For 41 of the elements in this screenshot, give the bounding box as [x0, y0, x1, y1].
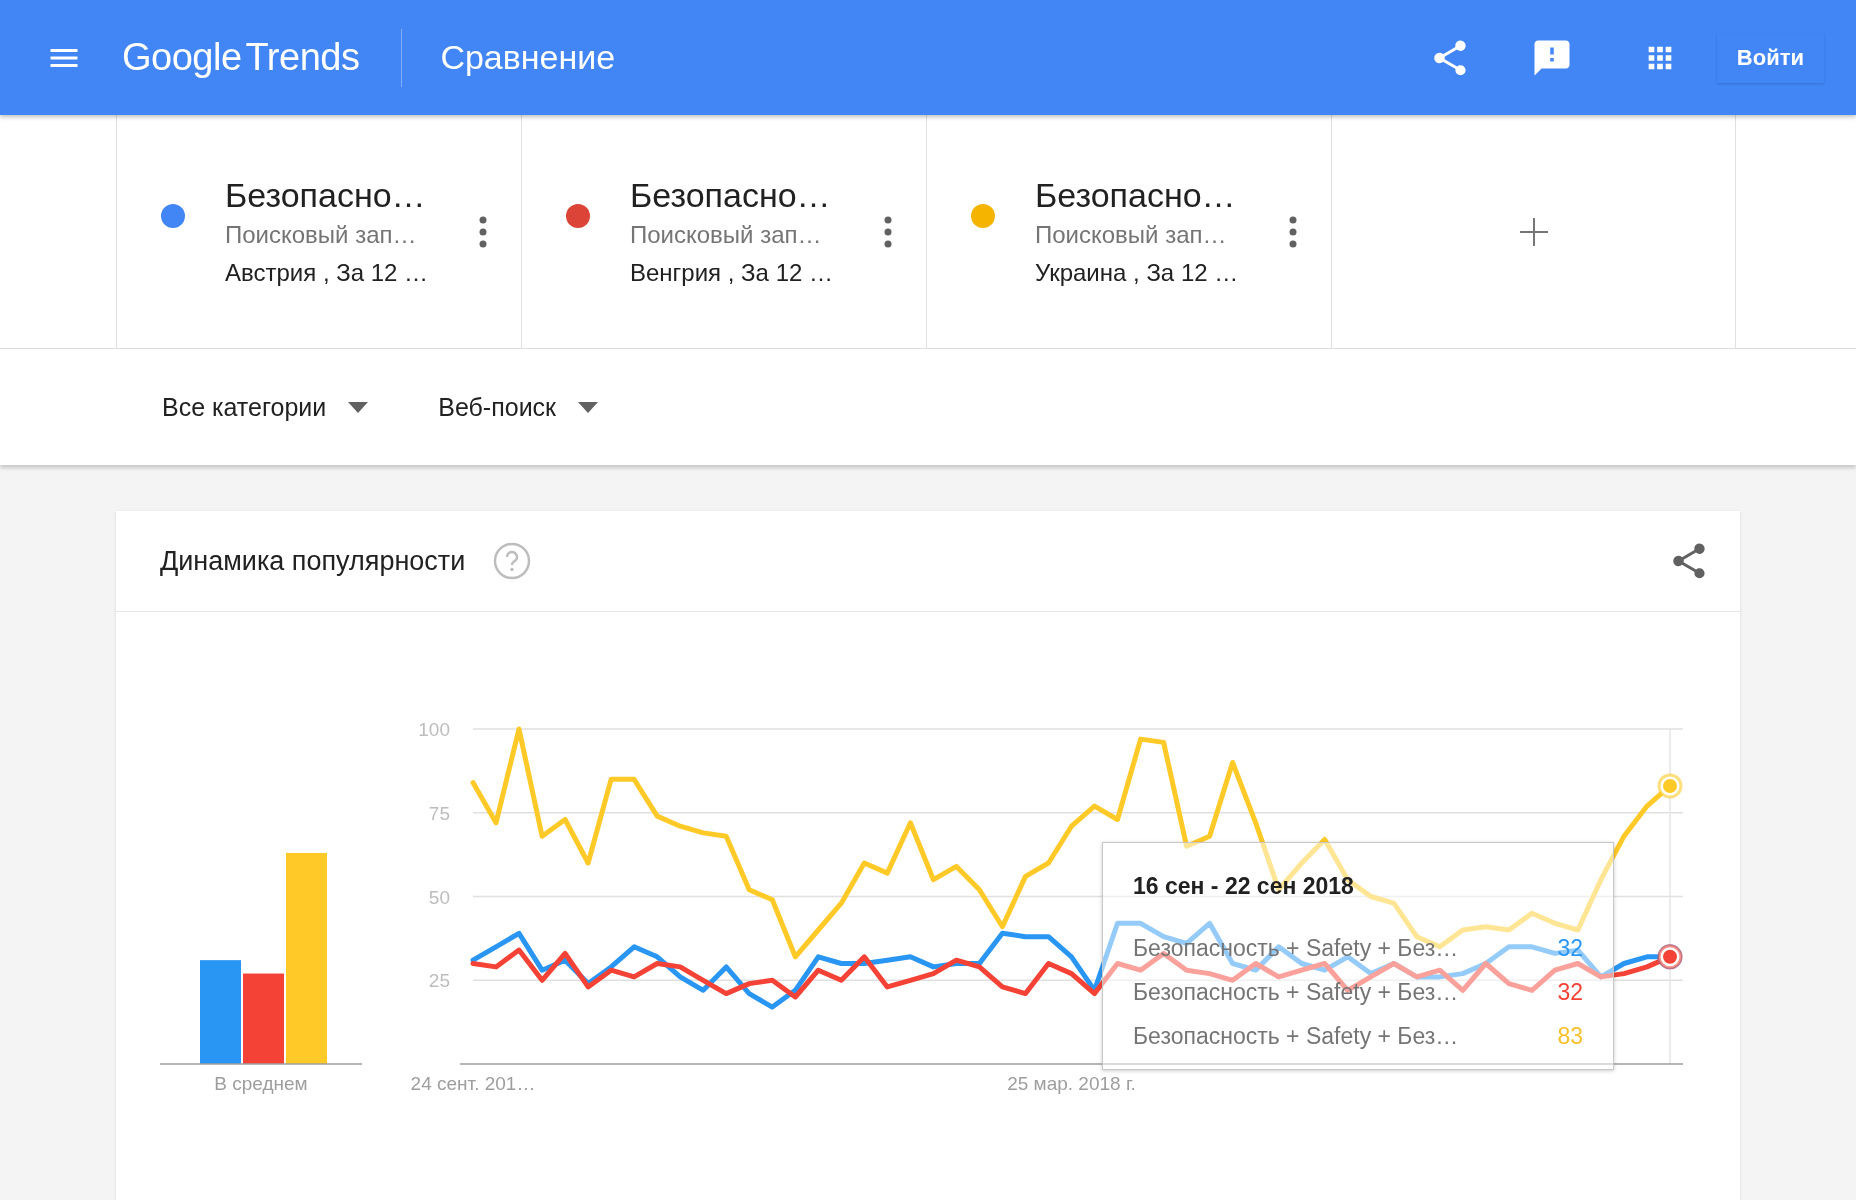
y-tick-label: 100: [418, 719, 450, 740]
logo-brand: Google: [122, 36, 242, 79]
logo-product: Trends: [245, 36, 360, 79]
y-tick-label: 25: [428, 970, 450, 992]
sign-in-button[interactable]: Войти: [1716, 32, 1824, 83]
plus-icon: [1519, 217, 1548, 246]
search-term-card[interactable]: Безопасно… Поисковый зап… Украина , За 12 …: [926, 115, 1331, 348]
filter-dropdown[interactable]: Все категории: [162, 392, 369, 422]
filter-dropdown[interactable]: Веб-поиск: [438, 392, 599, 422]
term-subtitle: Поисковый зап…: [225, 221, 418, 249]
more-vertical-icon: [1289, 215, 1297, 248]
more-vertical-icon: [884, 215, 892, 248]
tooltip-value: 32: [1557, 978, 1583, 1006]
tooltip-value: 32: [1557, 934, 1583, 962]
x-axis-label: 24 сент. 201…: [410, 1073, 536, 1094]
term-title: Безопасно…: [1035, 176, 1237, 215]
y-tick-label: 75: [428, 802, 450, 824]
term-detail: Австрия , За 12 …: [225, 259, 430, 287]
tooltip-term: Безопасность + Safety + Без…: [1133, 978, 1459, 1006]
logo[interactable]: GoogleTrends: [122, 36, 360, 79]
tooltip-term: Безопасность + Safety + Без…: [1133, 1022, 1459, 1050]
help-icon[interactable]: [493, 542, 532, 580]
y-tick-label: 50: [428, 886, 450, 908]
term-detail: Украина , За 12 …: [1035, 259, 1240, 287]
term-title: Безопасно…: [225, 176, 427, 215]
term-subtitle: Поисковый зап…: [1035, 221, 1228, 249]
x-axis-label: 25 мар. 2018 г.: [1007, 1073, 1136, 1094]
page-title: Сравнение: [440, 38, 617, 77]
search-term-card[interactable]: Безопасно… Поисковый зап… Венгрия , За 12 …: [521, 115, 926, 348]
end-point-marker: [1657, 773, 1683, 799]
term-detail: Венгрия , За 12 …: [630, 259, 834, 287]
axis-label: В среднем: [214, 1073, 308, 1094]
term-subtitle: Поисковый зап…: [630, 221, 823, 249]
tooltip-date: 16 сен - 22 сен 2018: [1133, 873, 1355, 900]
tooltip-value: 83: [1557, 1022, 1583, 1050]
caret-icon: [578, 401, 599, 413]
caret-icon: [348, 401, 369, 413]
search-term-card[interactable]: Безопасно… Поисковый зап… Австрия , За 12 …: [116, 115, 521, 348]
more-vertical-icon: [479, 215, 487, 248]
term-title: Безопасно…: [630, 176, 832, 215]
panel-title: Динамика популярности: [160, 545, 466, 577]
